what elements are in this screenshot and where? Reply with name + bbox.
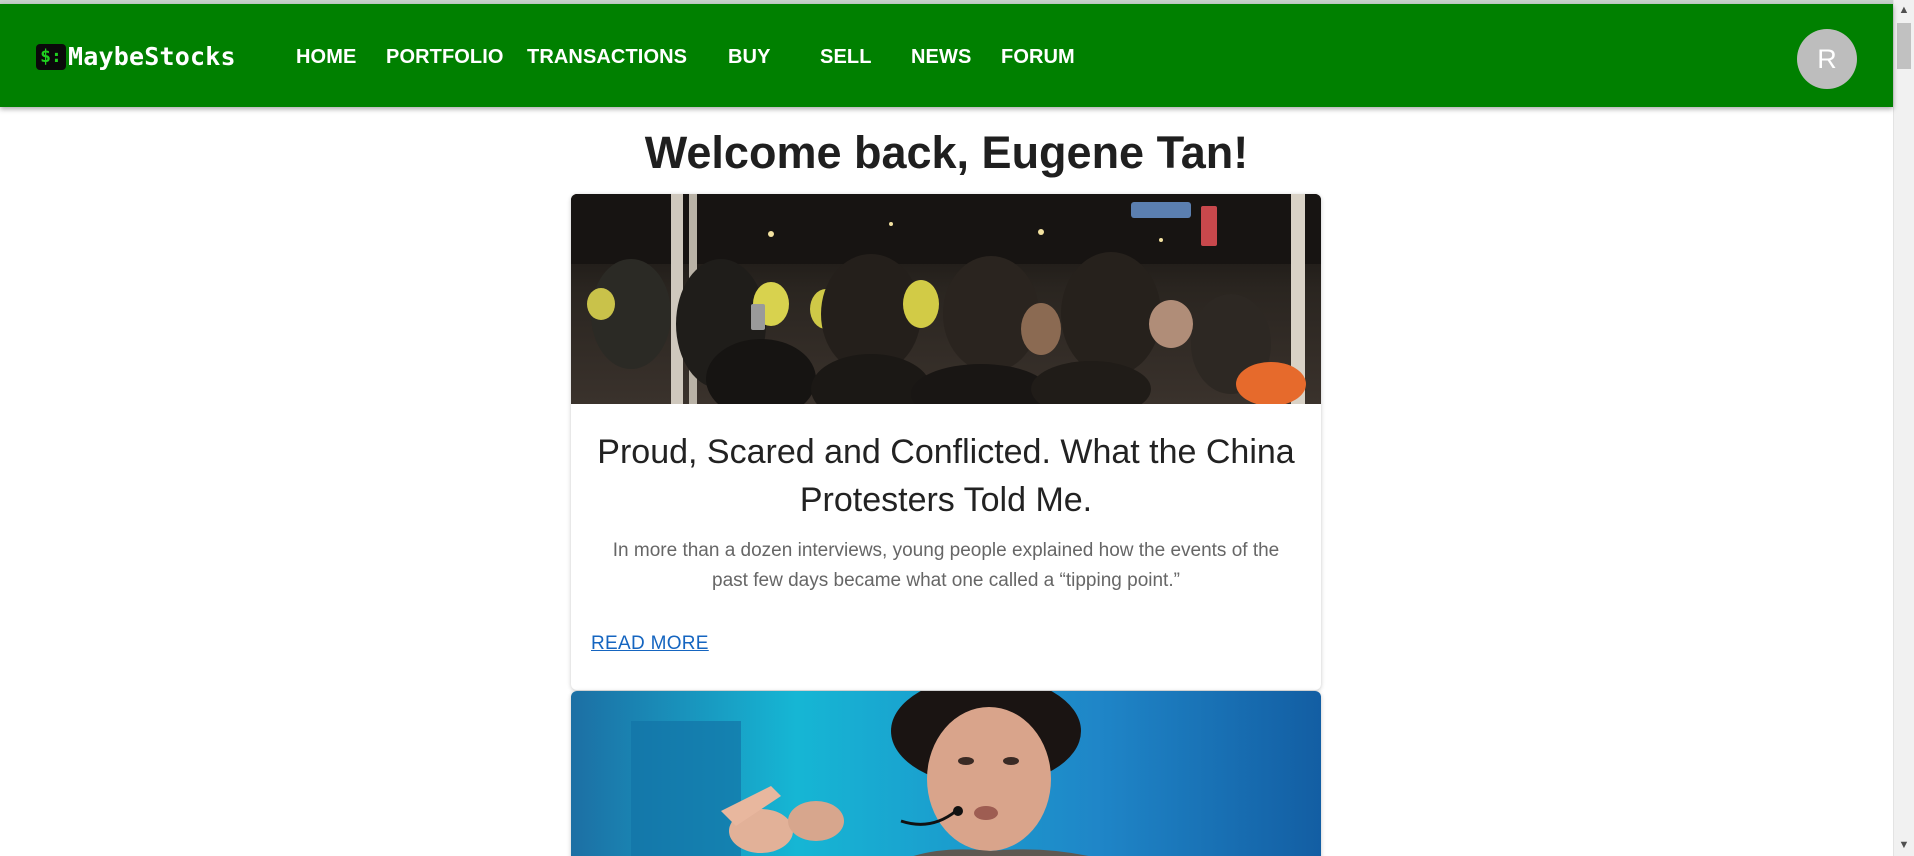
nav-portfolio[interactable]: PORTFOLIO — [386, 42, 504, 72]
brand-link[interactable]: $: MaybeStocks — [36, 42, 236, 71]
news-card-description: In more than a dozen interviews, young p… — [612, 540, 1280, 591]
navbar: $: MaybeStocks HOME PORTFOLIO TRANSACTIO… — [0, 4, 1893, 107]
news-card: Proud, Scared and Conflicted. What the C… — [571, 194, 1321, 690]
dollar-terminal-icon: $: — [36, 43, 66, 70]
page-scrollbar[interactable]: ▲ ▼ — [1893, 0, 1914, 856]
brand-name: MaybeStocks — [68, 42, 236, 71]
nav-news[interactable]: NEWS — [911, 42, 971, 72]
nav-home[interactable]: HOME — [296, 42, 356, 72]
protest-photo — [571, 194, 1321, 404]
user-avatar[interactable]: R — [1797, 29, 1857, 89]
nav-forum[interactable]: FORUM — [1001, 42, 1075, 72]
speaker-photo — [571, 691, 1321, 856]
nav-sell[interactable]: SELL — [820, 42, 872, 72]
main-content: Welcome back, Eugene Tan! Proud, Scared … — [0, 107, 1893, 856]
nav-buy[interactable]: BUY — [728, 42, 771, 72]
news-card — [571, 691, 1321, 856]
page: $: MaybeStocks HOME PORTFOLIO TRANSACTIO… — [0, 0, 1914, 856]
nav-transactions[interactable]: TRANSACTIONS — [527, 42, 687, 72]
news-card-image[interactable] — [571, 194, 1321, 404]
scrollbar-thumb[interactable] — [1897, 23, 1911, 69]
chevron-up-icon[interactable]: ▲ — [1894, 3, 1914, 17]
news-card-image[interactable] — [571, 691, 1321, 856]
welcome-heading: Welcome back, Eugene Tan! — [644, 127, 1249, 178]
chevron-down-icon[interactable]: ▼ — [1894, 838, 1914, 852]
news-card-title: Proud, Scared and Conflicted. What the C… — [597, 433, 1295, 519]
read-more-link[interactable]: READ MORE — [591, 633, 709, 655]
